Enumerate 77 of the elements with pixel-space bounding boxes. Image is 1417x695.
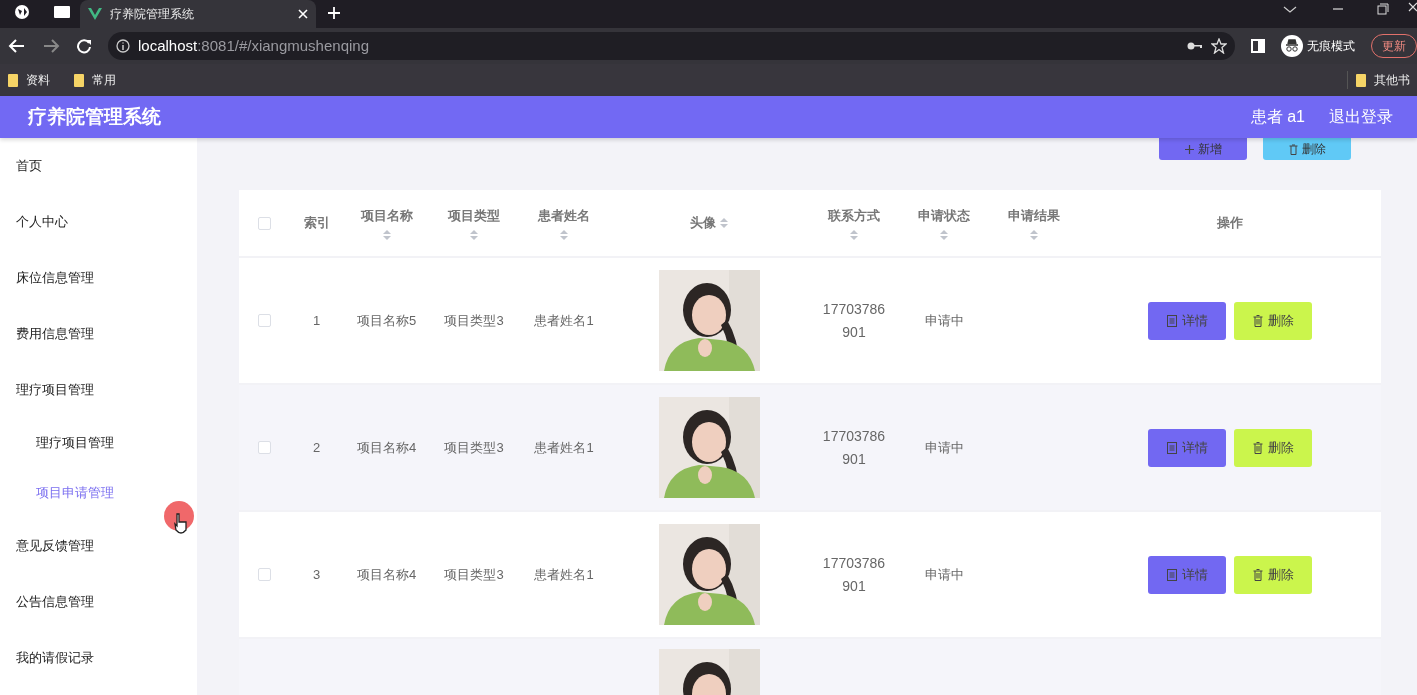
column-header[interactable]: 操作 — [1217, 213, 1243, 233]
logout-link[interactable]: 退出登录 — [1329, 105, 1393, 129]
folder-icon — [1356, 73, 1366, 87]
table-cell-text: 项目名称4 — [355, 438, 418, 457]
table-cell-text: 17703786901 — [821, 299, 887, 342]
profile-label: 无痕模式 — [1307, 38, 1355, 55]
vue-logo-icon — [88, 8, 102, 20]
delete-button[interactable]: 删除 — [1234, 301, 1312, 340]
delete-button[interactable]: 删除 — [1234, 555, 1312, 594]
sidebar-item[interactable]: 意见反馈管理 — [0, 518, 197, 574]
table-cell-text: 申请中 — [923, 311, 965, 330]
table-cell-text: 17703786901 — [821, 553, 887, 596]
document-icon — [1166, 441, 1177, 454]
trash-icon — [1252, 314, 1263, 327]
table-cell-text: 项目类型3 — [443, 438, 505, 457]
bookmark[interactable]: 资料 — [8, 71, 50, 89]
reload-icon[interactable] — [76, 38, 92, 54]
sidebar-item[interactable]: 项目申请管理 — [0, 468, 197, 518]
url-text: localhost:8081/#/xiangmushenqing — [138, 35, 369, 56]
trash-icon — [1252, 441, 1263, 454]
sidebar-item[interactable]: 我的请假记录 — [0, 630, 197, 686]
column-header[interactable]: 联系方式 — [828, 206, 880, 240]
sidebar-item[interactable]: 理疗项目管理 — [0, 418, 197, 468]
document-icon — [1166, 568, 1177, 581]
plus-icon — [1184, 144, 1194, 154]
column-header[interactable]: 头像 — [690, 213, 728, 233]
table-cell-text: 项目名称5 — [355, 311, 418, 330]
folder-icon — [8, 73, 18, 87]
trash-icon — [1288, 143, 1298, 155]
address-field[interactable]: localhost:8081/#/xiangmushenqing — [108, 32, 1235, 60]
table-cell-text: 17703786901 — [821, 426, 887, 469]
browser-tab[interactable]: 疗养院管理系统 — [80, 0, 316, 28]
table-cell-text: 项目类型3 — [443, 311, 505, 330]
checkbox[interactable] — [257, 314, 271, 327]
close-icon[interactable] — [298, 9, 308, 19]
info-icon — [116, 39, 130, 53]
sidebar-item[interactable]: 床位信息管理 — [0, 250, 197, 306]
back-icon[interactable] — [8, 38, 26, 54]
checkbox[interactable] — [257, 568, 271, 581]
column-header[interactable]: 申请状态 — [918, 206, 970, 240]
table-cell-text: 项目名称4 — [355, 565, 418, 584]
sidebar-item[interactable]: 首页 — [0, 138, 197, 194]
checkbox[interactable] — [257, 441, 271, 454]
incognito-icon[interactable] — [1281, 35, 1303, 57]
forward-icon[interactable] — [42, 38, 60, 54]
key-icon[interactable] — [1187, 40, 1203, 52]
table-cell-text: 1 — [311, 311, 322, 330]
delete-button[interactable]: 删除 — [1263, 138, 1351, 160]
document-icon — [1166, 314, 1177, 327]
trash-icon — [1252, 568, 1263, 581]
folder-icon — [74, 73, 84, 87]
side-panel-icon[interactable] — [1251, 39, 1265, 53]
table-cell-text: 项目类型3 — [443, 565, 505, 584]
tab-title: 疗养院管理系统 — [110, 6, 195, 23]
table-cell-text: 申请中 — [923, 438, 965, 457]
bookmark[interactable]: 常用 — [74, 71, 116, 89]
sidebar-item[interactable]: 个人中心 — [0, 194, 197, 250]
checkbox[interactable] — [257, 216, 271, 230]
column-header[interactable]: 患者姓名 — [538, 206, 590, 240]
delete-button[interactable]: 删除 — [1234, 428, 1312, 467]
table-cell-text: 申请中 — [923, 565, 965, 584]
user-name: 患者 a1 — [1250, 107, 1305, 127]
bookmark[interactable]: 其他书 — [1347, 71, 1417, 89]
table-cell-text: 2 — [311, 438, 322, 457]
column-header[interactable]: 索引 — [303, 213, 330, 233]
sidebar-item[interactable]: 公告信息管理 — [0, 574, 197, 630]
app-title: 疗养院管理系统 — [28, 104, 161, 129]
sidebar-item[interactable]: 理疗项目管理 — [0, 362, 197, 418]
table-cell-text: 患者姓名1 — [533, 311, 595, 330]
column-header[interactable]: 申请结果 — [1008, 206, 1060, 240]
table-cell-text: 患者姓名1 — [533, 438, 595, 457]
table-cell-text: 患者姓名1 — [533, 565, 595, 584]
table-cell-text: 3 — [311, 565, 322, 584]
column-header[interactable]: 项目类型 — [448, 206, 500, 240]
star-icon[interactable] — [1211, 38, 1227, 54]
sidebar-item[interactable]: 费用信息管理 — [0, 306, 197, 362]
column-header[interactable]: 项目名称 — [360, 206, 413, 240]
